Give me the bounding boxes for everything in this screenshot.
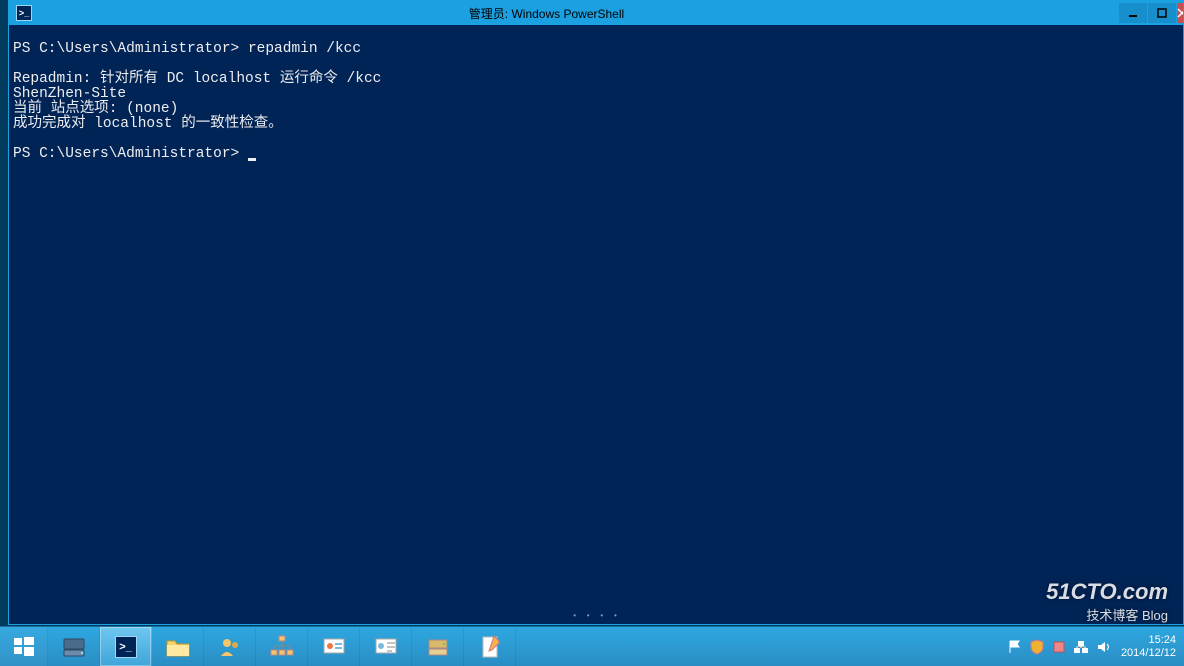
network-tree-icon bbox=[269, 634, 295, 660]
resize-handle: • • • • bbox=[572, 609, 620, 624]
maximize-button[interactable] bbox=[1148, 3, 1176, 23]
taskbar-server-manager[interactable] bbox=[48, 627, 100, 666]
minimize-button[interactable] bbox=[1119, 3, 1147, 23]
clock-date: 2014/12/12 bbox=[1121, 647, 1176, 660]
output-line: 成功完成对 localhost 的一致性检查。 bbox=[13, 116, 283, 132]
taskbar: >_ bbox=[0, 626, 1184, 666]
flag-icon[interactable] bbox=[1007, 639, 1023, 655]
volume-icon[interactable] bbox=[1095, 639, 1111, 655]
shield-icon[interactable] bbox=[1029, 639, 1045, 655]
explorer-icon bbox=[164, 635, 192, 659]
cursor bbox=[248, 158, 256, 161]
dns-icon bbox=[425, 634, 451, 660]
terminal-output[interactable]: PS C:\Users\Administrator> repadmin /kcc… bbox=[9, 25, 1183, 624]
cert-icon bbox=[321, 634, 347, 660]
taskbar-ad-sites[interactable] bbox=[256, 627, 308, 666]
console-icon bbox=[373, 634, 399, 660]
taskbar-snapin-2[interactable] bbox=[360, 627, 412, 666]
powershell-window: >_ 管理员: Windows PowerShell PS C:\Users\A… bbox=[8, 0, 1184, 625]
taskbar-powershell[interactable]: >_ bbox=[100, 627, 152, 666]
taskbar-dns-manager[interactable] bbox=[412, 627, 464, 666]
close-button[interactable] bbox=[1177, 3, 1183, 23]
network-icon[interactable] bbox=[1073, 639, 1089, 655]
output-line: ShenZhen-Site bbox=[13, 86, 126, 102]
taskbar-file-explorer[interactable] bbox=[152, 627, 204, 666]
prompt: PS C:\Users\Administrator> bbox=[13, 41, 248, 57]
command-text: repadmin /kcc bbox=[248, 41, 361, 57]
output-line: Repadmin: 针对所有 DC localhost 运行命令 /kcc bbox=[13, 71, 381, 87]
clock[interactable]: 15:24 2014/12/12 bbox=[1121, 634, 1176, 660]
titlebar[interactable]: >_ 管理员: Windows PowerShell bbox=[9, 1, 1183, 25]
system-tray: 15:24 2014/12/12 bbox=[999, 627, 1184, 666]
taskbar-document[interactable] bbox=[464, 627, 516, 666]
prompt: PS C:\Users\Administrator> bbox=[13, 146, 248, 162]
taskbar-snapin-1[interactable] bbox=[308, 627, 360, 666]
taskbar-admin-tool-1[interactable] bbox=[204, 627, 256, 666]
start-button[interactable] bbox=[0, 627, 48, 666]
people-icon bbox=[217, 634, 243, 660]
output-line: 当前 站点选项: (none) bbox=[13, 101, 178, 117]
tool-icon[interactable] bbox=[1051, 639, 1067, 655]
clock-time: 15:24 bbox=[1148, 634, 1176, 647]
server-manager-icon bbox=[60, 633, 88, 661]
notes-icon bbox=[478, 634, 502, 660]
powershell-icon: >_ bbox=[115, 636, 137, 658]
window-title: 管理员: Windows PowerShell bbox=[0, 5, 1118, 22]
windows-icon bbox=[12, 635, 36, 659]
